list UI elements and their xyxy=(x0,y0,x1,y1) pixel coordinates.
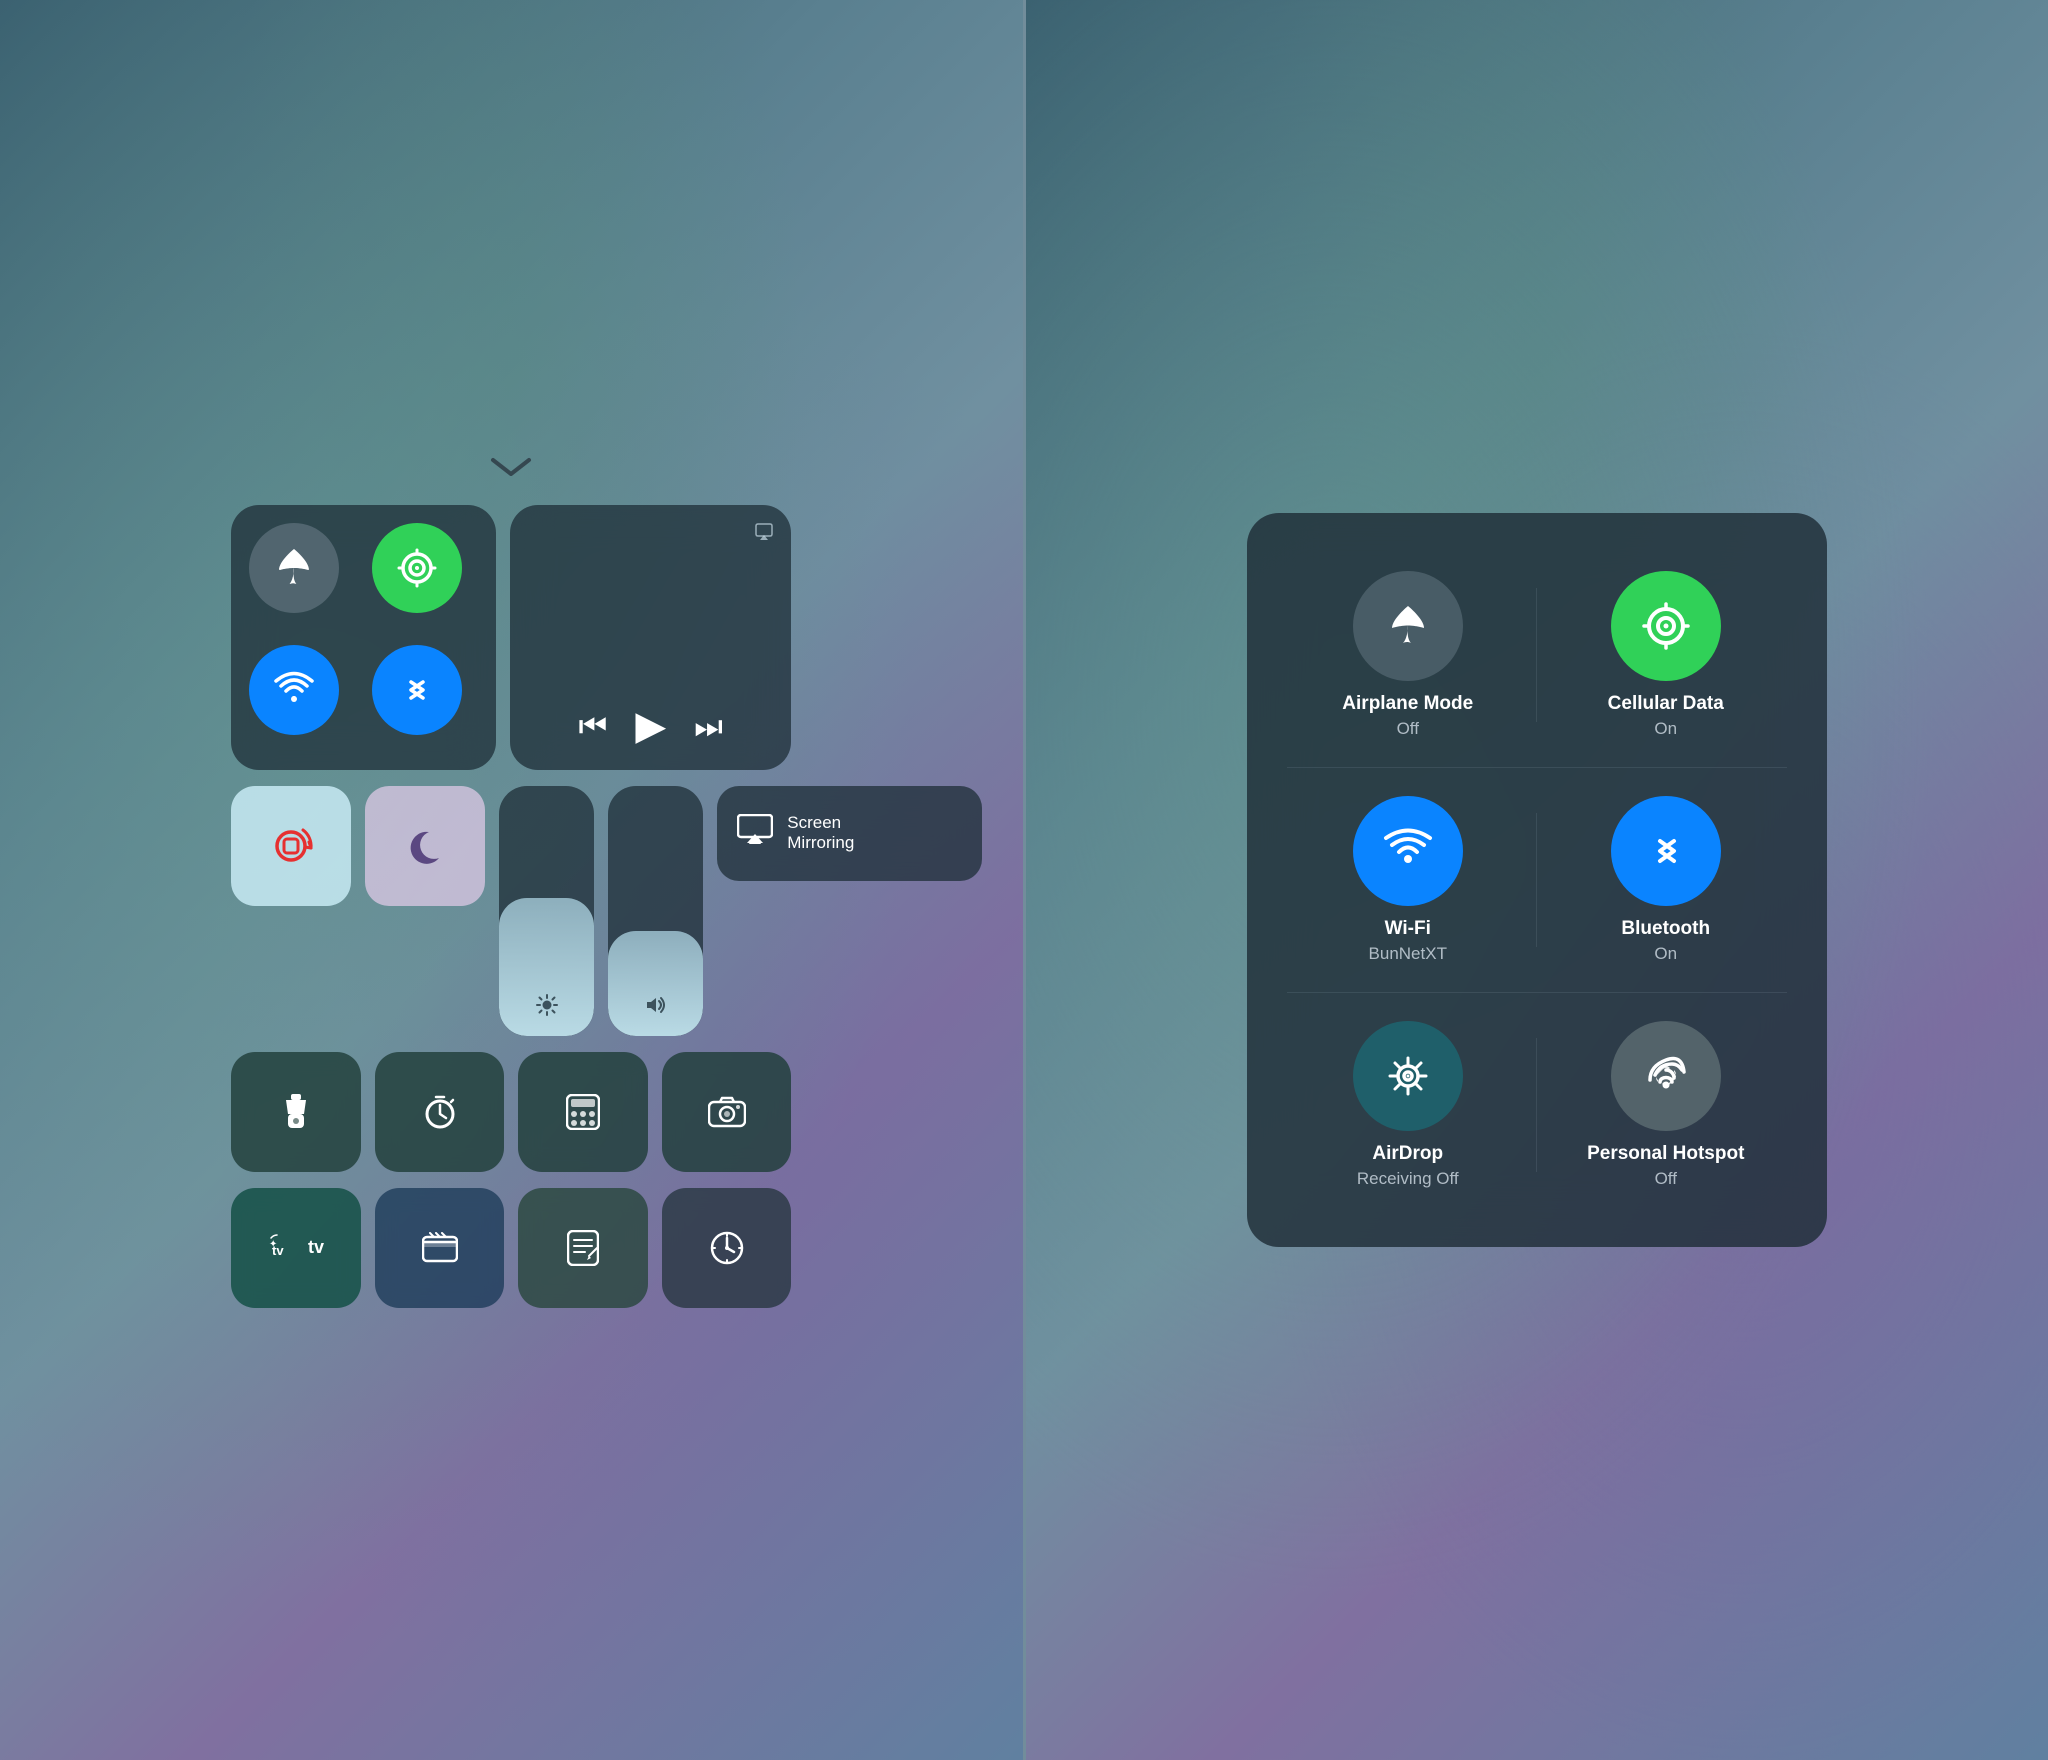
do-not-disturb-button[interactable] xyxy=(365,786,485,906)
right-panel: Airplane Mode Off Cellular Data xyxy=(1026,0,2048,1760)
bluetooth-circle xyxy=(1611,796,1721,906)
personal-hotspot-subtitle: Off xyxy=(1655,1169,1677,1189)
wifi-title: Wi-Fi xyxy=(1385,918,1431,940)
airdrop-subtitle: Receiving Off xyxy=(1357,1169,1459,1189)
apple-tv-button[interactable]: tv ✦ tv xyxy=(231,1188,361,1308)
chevron-icon xyxy=(231,453,791,485)
calculator-button[interactable] xyxy=(518,1052,648,1172)
brightness-icon xyxy=(536,994,558,1022)
wifi-circle xyxy=(1353,796,1463,906)
airplane-mode-item[interactable]: Airplane Mode Off xyxy=(1279,543,1537,767)
screen-mirroring-button[interactable]: ScreenMirroring xyxy=(717,786,982,881)
play-button[interactable]: ▶ xyxy=(635,706,666,746)
svg-text:✦: ✦ xyxy=(269,1239,277,1250)
volume-slider[interactable] xyxy=(608,786,703,1036)
sliders-container xyxy=(499,786,703,1036)
personal-hotspot-circle xyxy=(1611,1021,1721,1131)
airplane-mode-circle xyxy=(1353,571,1463,681)
utility-row xyxy=(231,1052,791,1172)
airdrop-item[interactable]: AirDrop Receiving Off xyxy=(1279,993,1537,1217)
apps-row: tv ✦ tv xyxy=(231,1188,791,1308)
volume-icon xyxy=(644,994,668,1022)
cellular-data-subtitle: On xyxy=(1654,719,1677,739)
cellular-data-item[interactable]: Cellular Data On xyxy=(1537,543,1795,767)
screen-mirroring-label: ScreenMirroring xyxy=(787,813,854,853)
screen-mirroring-icon xyxy=(737,814,773,852)
connectivity-expanded: Airplane Mode Off Cellular Data xyxy=(1247,513,1827,1247)
top-row: ⏮ ▶ ⏭ xyxy=(231,505,791,770)
control-center: ⏮ ▶ ⏭ xyxy=(231,453,791,1308)
media-controls: ⏮ ▶ ⏭ xyxy=(510,682,791,770)
brightness-slider[interactable] xyxy=(499,786,594,1036)
fast-forward-button[interactable]: ⏭ xyxy=(694,710,723,742)
clock-button[interactable] xyxy=(662,1188,792,1308)
cellular-data-circle xyxy=(1611,571,1721,681)
airplane-mode-title: Airplane Mode xyxy=(1342,693,1473,715)
camera-button[interactable] xyxy=(662,1052,792,1172)
second-row: ScreenMirroring xyxy=(231,786,791,1036)
bluetooth-item[interactable]: Bluetooth On xyxy=(1537,768,1795,992)
media-tile[interactable]: ⏮ ▶ ⏭ xyxy=(510,505,791,770)
expanded-grid: Airplane Mode Off Cellular Data xyxy=(1279,543,1795,1217)
wifi-subtitle: BunNetXT xyxy=(1369,944,1447,964)
personal-hotspot-item[interactable]: Personal Hotspot Off xyxy=(1537,993,1795,1217)
airplane-mode-subtitle: Off xyxy=(1397,719,1419,739)
notes-button[interactable] xyxy=(518,1188,648,1308)
timer-button[interactable] xyxy=(375,1052,505,1172)
rewind-button[interactable]: ⏮ xyxy=(579,710,608,742)
airplane-mode-button[interactable] xyxy=(249,523,339,613)
cellular-data-button[interactable] xyxy=(372,523,462,613)
connectivity-tile[interactable] xyxy=(231,505,496,770)
bluetooth-title: Bluetooth xyxy=(1621,918,1710,940)
cellular-data-title: Cellular Data xyxy=(1608,693,1724,715)
airplay-icon xyxy=(753,521,775,549)
airdrop-title: AirDrop xyxy=(1372,1143,1443,1165)
wallet-button[interactable] xyxy=(375,1188,505,1308)
left-panel: ⏮ ▶ ⏭ xyxy=(0,0,1023,1760)
airdrop-circle xyxy=(1353,1021,1463,1131)
flashlight-button[interactable] xyxy=(231,1052,361,1172)
lock-rotation-button[interactable] xyxy=(231,786,351,906)
bluetooth-button[interactable] xyxy=(372,645,462,735)
wifi-button[interactable] xyxy=(249,645,339,735)
bluetooth-subtitle: On xyxy=(1654,944,1677,964)
wifi-item[interactable]: Wi-Fi BunNetXT xyxy=(1279,768,1537,992)
personal-hotspot-title: Personal Hotspot xyxy=(1587,1143,1744,1165)
